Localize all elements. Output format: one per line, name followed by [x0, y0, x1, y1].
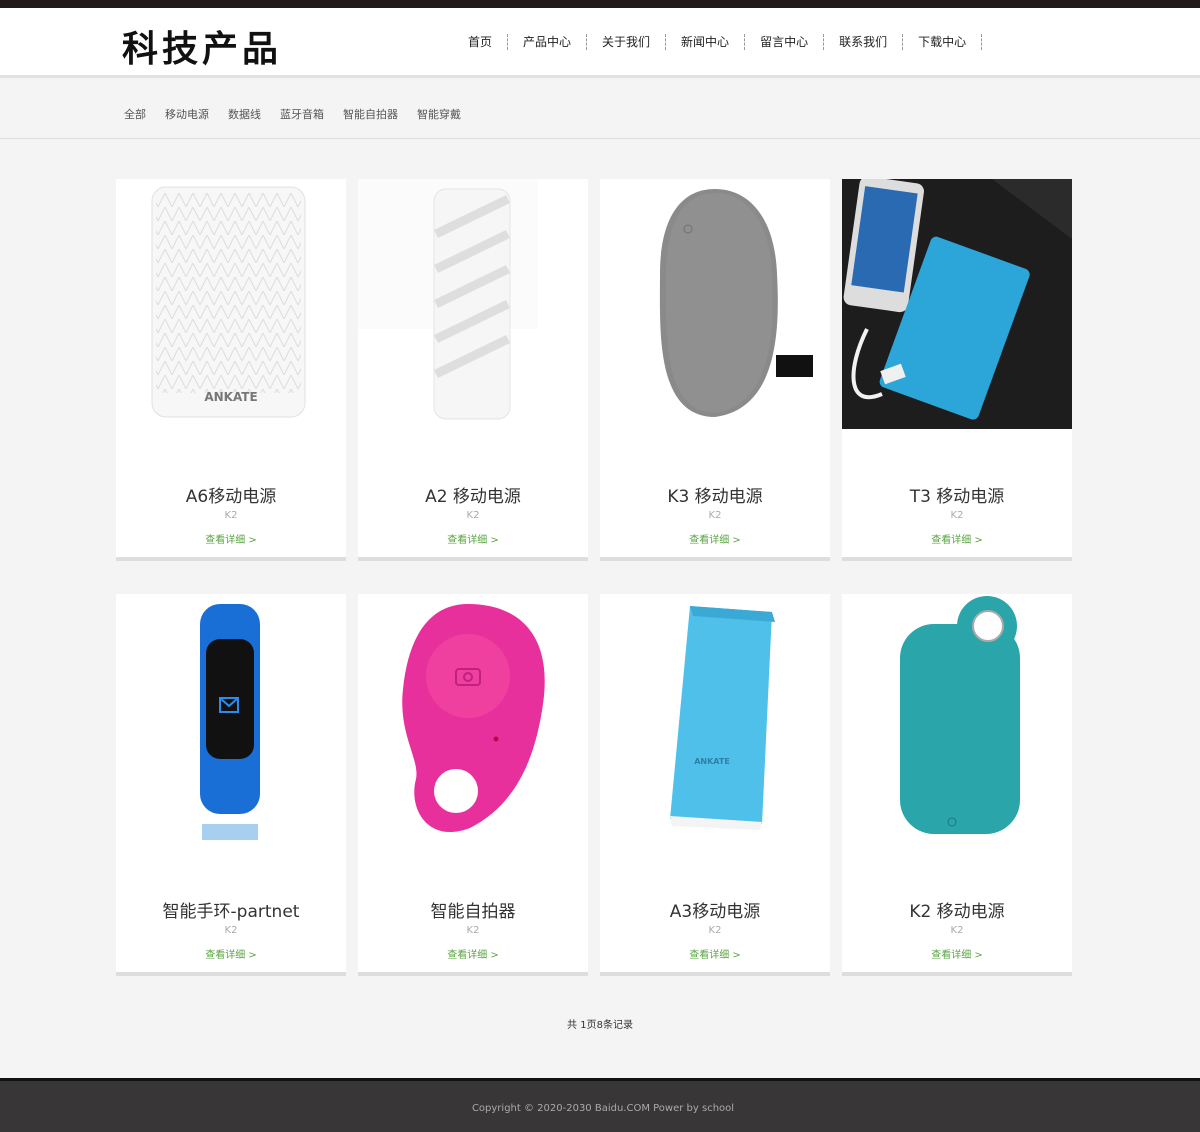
filter-power-bank[interactable]: 移动电源 [165, 106, 209, 122]
product-card[interactable]: A2 移动电源 K2 查看详细 > [358, 179, 588, 561]
product-card[interactable]: K3 移动电源 K2 查看详细 > [600, 179, 830, 561]
product-title[interactable]: K3 移动电源 [600, 482, 830, 507]
category-filters: 全部 移动电源 数据线 蓝牙音箱 智能自拍器 智能穿戴 [124, 106, 480, 122]
product-card[interactable]: ANKATE A6移动电源 K2 查看详细 > [116, 179, 346, 561]
pagination-summary: 共 1页8条记录 [567, 1020, 633, 1031]
nav-item-messages[interactable]: 留言中心 [752, 34, 825, 50]
filter-data-cable[interactable]: 数据线 [228, 106, 261, 122]
view-details-link[interactable]: 查看详细 > [116, 531, 346, 546]
nav-item-download[interactable]: 下载中心 [910, 34, 983, 50]
product-card[interactable]: ANKATE A3移动电源 K2 查看详细 > [600, 594, 830, 976]
brand-logo: ANKATE [694, 757, 730, 766]
view-details-link[interactable]: 查看详细 > [842, 531, 1072, 546]
product-title[interactable]: A6移动电源 [116, 482, 346, 507]
nav-item-contact[interactable]: 联系我们 [831, 34, 904, 50]
product-image[interactable] [842, 179, 1072, 429]
product-title[interactable]: 智能手环-partnet [116, 897, 346, 922]
filter-wearable[interactable]: 智能穿戴 [417, 106, 461, 122]
product-image[interactable] [600, 179, 830, 429]
site-footer: Copyright © 2020-2030 Baidu.COM Power by… [0, 1078, 1200, 1132]
product-subtitle: K2 [950, 510, 964, 521]
product-subtitle: K2 [950, 925, 964, 936]
view-details-link[interactable]: 查看详细 > [842, 946, 1072, 961]
view-details-link[interactable]: 查看详细 > [358, 531, 588, 546]
product-subtitle: K2 [224, 510, 238, 521]
view-details-link[interactable]: 查看详细 > [358, 946, 588, 961]
product-title[interactable]: A3移动电源 [600, 897, 830, 922]
product-subtitle: K2 [466, 510, 480, 521]
filter-bluetooth-speaker[interactable]: 蓝牙音箱 [280, 106, 324, 122]
product-card[interactable]: 智能手环-partnet K2 查看详细 > [116, 594, 346, 976]
site-logo[interactable]: 科技产品 [122, 20, 282, 72]
product-card[interactable]: K2 移动电源 K2 查看详细 > [842, 594, 1072, 976]
view-details-link[interactable]: 查看详细 > [600, 531, 830, 546]
product-title[interactable]: A2 移动电源 [358, 482, 588, 507]
product-subtitle: K2 [708, 510, 722, 521]
filter-all[interactable]: 全部 [124, 106, 146, 122]
category-filter-bar: 全部 移动电源 数据线 蓝牙音箱 智能自拍器 智能穿戴 [0, 81, 1200, 139]
top-strip [0, 0, 1200, 8]
product-image[interactable] [358, 594, 588, 844]
product-image[interactable]: ANKATE [600, 594, 830, 844]
nav-item-news[interactable]: 新闻中心 [673, 34, 746, 50]
copyright-text: Copyright © 2020-2030 Baidu.COM Power by… [471, 1103, 735, 1114]
product-card[interactable]: 智能自拍器 K2 查看详细 > [358, 594, 588, 976]
nav-item-about[interactable]: 关于我们 [594, 34, 667, 50]
view-details-link[interactable]: 查看详细 > [600, 946, 830, 961]
main-nav: 首页 产品中心 关于我们 新闻中心 留言中心 联系我们 下载中心 [460, 34, 989, 50]
view-details-link[interactable]: 查看详细 > [116, 946, 346, 961]
site-header: 科技产品 首页 产品中心 关于我们 新闻中心 留言中心 联系我们 下载中心 [0, 8, 1200, 78]
product-image[interactable] [358, 179, 588, 429]
product-subtitle: K2 [224, 925, 238, 936]
product-subtitle: K2 [466, 925, 480, 936]
product-card[interactable]: T3 移动电源 K2 查看详细 > [842, 179, 1072, 561]
product-title[interactable]: K2 移动电源 [842, 897, 1072, 922]
nav-item-products[interactable]: 产品中心 [515, 34, 588, 50]
product-title[interactable]: T3 移动电源 [842, 482, 1072, 507]
product-image[interactable]: ANKATE [116, 179, 346, 429]
nav-item-home[interactable]: 首页 [460, 34, 509, 50]
product-title[interactable]: 智能自拍器 [358, 897, 588, 922]
product-image[interactable] [116, 594, 346, 844]
filter-selfie-remote[interactable]: 智能自拍器 [343, 106, 398, 122]
brand-logo: ANKATE [204, 390, 257, 404]
product-image[interactable] [842, 594, 1072, 844]
product-subtitle: K2 [708, 925, 722, 936]
